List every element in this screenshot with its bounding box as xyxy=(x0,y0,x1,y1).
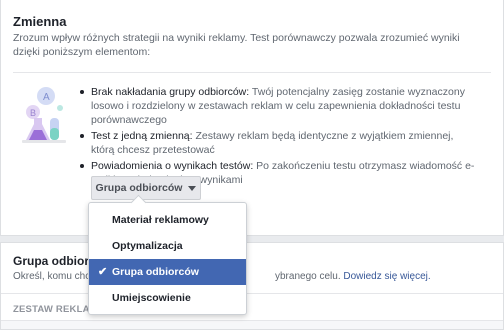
card-footer-strip xyxy=(1,320,503,329)
benefits-list: Brak nakładania grupy odbiorców: Twój po… xyxy=(79,85,479,189)
list-item: Test z jedną zmienną: Zestawy reklam będ… xyxy=(79,129,479,157)
variable-dropdown-button[interactable]: Grupa odbiorców xyxy=(91,176,201,200)
caret-down-icon xyxy=(188,185,197,191)
variable-description: Zrozum wpływ różnych strategii na wyniki… xyxy=(13,32,460,58)
menu-item-label: Materiał reklamowy xyxy=(112,214,209,226)
audience-card: Grupa odbiorc Określ, komu chce ybranego… xyxy=(0,242,504,330)
learn-more-link[interactable]: Dowiedz się więcej. xyxy=(343,271,430,282)
audience-title: Grupa odbiorc xyxy=(13,254,96,268)
audience-description: Określ, komu chce ybranego celu. Dowiedz… xyxy=(13,271,431,282)
divider xyxy=(13,72,491,73)
audience-desc-right: ybranego celu. xyxy=(275,271,341,282)
svg-text:A: A xyxy=(43,92,50,103)
menu-item-creative[interactable]: Materiał reklamowy xyxy=(89,207,246,233)
bullet-title: Powiadomienia o wynikach testów: xyxy=(91,160,254,172)
variable-card: Zmienna Zrozum wpływ różnych strategii n… xyxy=(0,0,504,236)
bullet-title: Test z jedną zmienną: xyxy=(91,130,193,142)
lab-flask-illustration-icon: A B xyxy=(22,87,66,143)
variable-title: Zmienna xyxy=(13,14,67,29)
checkmark-icon: ✔ xyxy=(98,266,108,278)
menu-item-label: Grupa odbiorców xyxy=(112,266,199,278)
svg-text:B: B xyxy=(30,108,36,118)
bullet-title: Brak nakładania grupy odbiorców: xyxy=(91,86,250,98)
ad-set-section-label: ZESTAW REKLAM xyxy=(13,304,98,315)
divider xyxy=(1,293,503,294)
menu-item-label: Umiejscowienie xyxy=(112,292,191,304)
list-item: Brak nakładania grupy odbiorców: Twój po… xyxy=(79,85,479,127)
menu-item-placement[interactable]: Umiejscowienie xyxy=(89,285,246,311)
menu-item-delivery-optimization[interactable]: Optymalizacja wyświetlania xyxy=(89,233,246,278)
dropdown-label: Grupa odbiorców xyxy=(95,182,183,194)
variable-dropdown-menu: Materiał reklamowy Optymalizacja wyświet… xyxy=(88,202,247,315)
menu-item-audience[interactable]: ✔ Grupa odbiorców xyxy=(89,259,246,285)
audience-desc-left: Określ, komu chce xyxy=(13,271,96,282)
